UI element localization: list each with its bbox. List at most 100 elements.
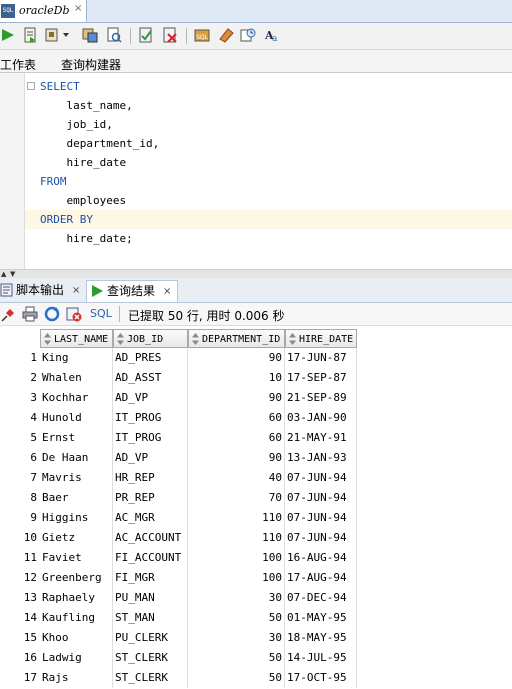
table-row[interactable]: 3 Kochhar AD_VP 90 21-SEP-89 [0,388,512,408]
cell-job-id[interactable]: ST_CLERK [113,668,188,688]
cell-last-name[interactable]: Baer [40,488,113,508]
cell-last-name[interactable]: Khoo [40,628,113,648]
cell-last-name[interactable]: Whalen [40,368,113,388]
cell-hire-date[interactable]: 13-JAN-93 [285,448,357,468]
format-case-icon[interactable]: Aa [264,27,280,43]
cell-department-id[interactable]: 50 [188,608,285,628]
close-tab-icon[interactable]: × [163,281,171,302]
cell-last-name[interactable]: Higgins [40,508,113,528]
table-row[interactable]: 9 Higgins AC_MGR 110 07-JUN-94 [0,508,512,528]
cell-job-id[interactable]: AC_MGR [113,508,188,528]
cell-department-id[interactable]: 40 [188,468,285,488]
refresh-icon[interactable] [44,306,60,322]
print-icon[interactable] [22,306,38,322]
cell-hire-date[interactable]: 17-SEP-87 [285,368,357,388]
cell-job-id[interactable]: IT_PROG [113,408,188,428]
cell-department-id[interactable]: 50 [188,648,285,668]
cell-hire-date[interactable]: 07-JUN-94 [285,528,357,548]
cell-last-name[interactable]: King [40,348,113,368]
cell-job-id[interactable]: IT_PROG [113,428,188,448]
table-row[interactable]: 2 Whalen AD_ASST 10 17-SEP-87 [0,368,512,388]
cell-hire-date[interactable]: 07-JUN-94 [285,468,357,488]
cell-last-name[interactable]: Raphaely [40,588,113,608]
table-row[interactable]: 13 Raphaely PU_MAN 30 07-DEC-94 [0,588,512,608]
table-row[interactable]: 17 Rajs ST_CLERK 50 17-OCT-95 [0,668,512,688]
sql-worksheet-icon[interactable]: SQL [194,27,210,43]
close-tab-icon[interactable]: × [72,280,80,301]
cell-hire-date[interactable]: 01-MAY-95 [285,608,357,628]
cell-last-name[interactable]: Greenberg [40,568,113,588]
cell-department-id[interactable]: 10 [188,368,285,388]
cell-hire-date[interactable]: 21-SEP-89 [285,388,357,408]
cell-job-id[interactable]: AD_VP [113,388,188,408]
autotrace-icon[interactable] [44,27,60,43]
pin-icon[interactable] [1,306,17,322]
cell-job-id[interactable]: HR_REP [113,468,188,488]
cell-last-name[interactable]: Gietz [40,528,113,548]
cell-department-id[interactable]: 50 [188,668,285,688]
cell-department-id[interactable]: 70 [188,488,285,508]
tab-query-builder[interactable]: 查询构建器 [61,56,121,73]
cell-department-id[interactable]: 90 [188,348,285,368]
cell-last-name[interactable]: Ernst [40,428,113,448]
cell-last-name[interactable]: Ladwig [40,648,113,668]
cell-job-id[interactable]: FI_ACCOUNT [113,548,188,568]
sort-icon[interactable] [191,333,200,345]
run-statement-icon[interactable] [0,27,16,43]
cell-hire-date[interactable]: 16-AUG-94 [285,548,357,568]
history-icon[interactable] [240,27,256,43]
cell-hire-date[interactable]: 21-MAY-91 [285,428,357,448]
cell-hire-date[interactable]: 07-DEC-94 [285,588,357,608]
tab-worksheet[interactable]: 工作表 [0,56,36,73]
table-row[interactable]: 5 Ernst IT_PROG 60 21-MAY-91 [0,428,512,448]
table-row[interactable]: 12 Greenberg FI_MGR 100 17-AUG-94 [0,568,512,588]
cell-job-id[interactable]: PU_MAN [113,588,188,608]
sql-tuning-icon[interactable] [106,27,122,43]
table-row[interactable]: 10 Gietz AC_ACCOUNT 110 07-JUN-94 [0,528,512,548]
table-row[interactable]: 16 Ladwig ST_CLERK 50 14-JUL-95 [0,648,512,668]
table-row[interactable]: 4 Hunold IT_PROG 60 03-JAN-90 [0,408,512,428]
cell-hire-date[interactable]: 18-MAY-95 [285,628,357,648]
cell-last-name[interactable]: Kochhar [40,388,113,408]
cell-last-name[interactable]: De Haan [40,448,113,468]
cell-department-id[interactable]: 90 [188,448,285,468]
cell-department-id[interactable]: 100 [188,568,285,588]
cell-last-name[interactable]: Kaufling [40,608,113,628]
cell-job-id[interactable]: FI_MGR [113,568,188,588]
tab-query-result[interactable]: 查询结果 × [86,280,178,302]
cell-job-id[interactable]: PU_CLERK [113,628,188,648]
tab-script-output[interactable]: 脚本输出 × [0,280,84,301]
cell-last-name[interactable]: Rajs [40,668,113,688]
result-grid[interactable]: LAST_NAME JOB_ID DEPARTMENT_ID HIRE_DATE… [0,327,512,689]
column-header-hire-date[interactable]: HIRE_DATE [285,329,357,348]
cell-job-id[interactable]: AD_VP [113,448,188,468]
cell-job-id[interactable]: AD_ASST [113,368,188,388]
cell-last-name[interactable]: Faviet [40,548,113,568]
cell-hire-date[interactable]: 17-OCT-95 [285,668,357,688]
cell-department-id[interactable]: 30 [188,628,285,648]
cell-department-id[interactable]: 60 [188,428,285,448]
table-row[interactable]: 8 Baer PR_REP 70 07-JUN-94 [0,488,512,508]
sort-icon[interactable] [116,333,125,345]
cell-job-id[interactable]: AD_PRES [113,348,188,368]
table-row[interactable]: 15 Khoo PU_CLERK 30 18-MAY-95 [0,628,512,648]
fold-marker-icon[interactable] [27,82,35,90]
cell-department-id[interactable]: 30 [188,588,285,608]
sql-editor[interactable]: SELECT last_name, job_id, department_id,… [0,73,512,269]
cell-department-id[interactable]: 90 [188,388,285,408]
table-row[interactable]: 6 De Haan AD_VP 90 13-JAN-93 [0,448,512,468]
table-row[interactable]: 7 Mavris HR_REP 40 07-JUN-94 [0,468,512,488]
cell-hire-date[interactable]: 03-JAN-90 [285,408,357,428]
collapse-up-icon[interactable]: ▲ [1,270,6,278]
table-row[interactable]: 1 King AD_PRES 90 17-JUN-87 [0,348,512,368]
cell-department-id[interactable]: 110 [188,528,285,548]
cell-department-id[interactable]: 100 [188,548,285,568]
cell-department-id[interactable]: 60 [188,408,285,428]
cell-last-name[interactable]: Mavris [40,468,113,488]
cell-department-id[interactable]: 110 [188,508,285,528]
column-header-last-name[interactable]: LAST_NAME [40,329,113,348]
commit-icon[interactable] [138,27,154,43]
cell-hire-date[interactable]: 07-JUN-94 [285,488,357,508]
cancel-query-icon[interactable] [66,306,82,322]
cell-job-id[interactable]: PR_REP [113,488,188,508]
